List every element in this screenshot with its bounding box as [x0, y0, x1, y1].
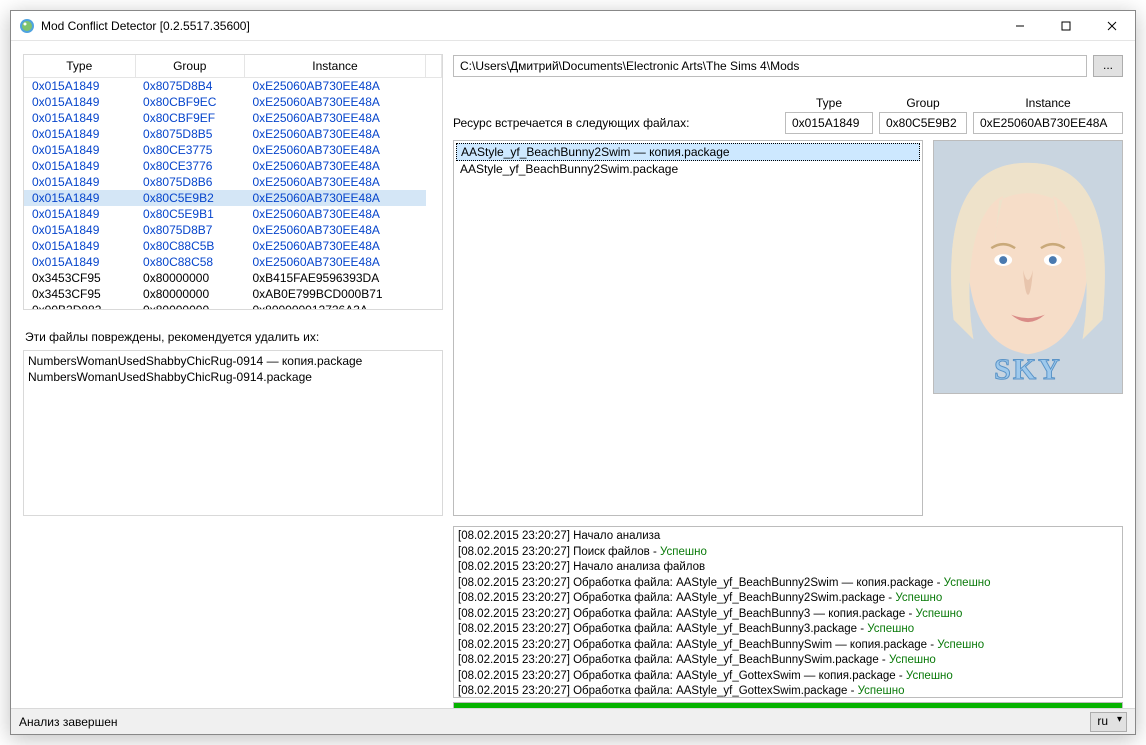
- list-item[interactable]: NumbersWomanUsedShabbyChicRug-0914.packa…: [28, 369, 438, 385]
- table-row[interactable]: 0x015A18490x80C88C5B0xE25060AB730EE48A: [24, 238, 442, 254]
- files-list[interactable]: AAStyle_yf_BeachBunny2Swim — копия.packa…: [453, 140, 923, 516]
- table-row[interactable]: 0x015A18490x8075D8B60xE25060AB730EE48A: [24, 174, 442, 190]
- preview-watermark: SKY: [934, 353, 1122, 387]
- log-line: [08.02.2015 23:20:27] Обработка файла: A…: [458, 638, 1118, 654]
- titlebar: Mod Conflict Detector [0.2.5517.35600]: [11, 11, 1135, 41]
- res-col-label: Instance: [1025, 96, 1070, 110]
- log-line: [08.02.2015 23:20:27] Начало анализа: [458, 529, 1118, 545]
- damaged-list[interactable]: NumbersWomanUsedShabbyChicRug-0914 — коп…: [23, 350, 443, 516]
- col-group[interactable]: Group: [135, 55, 244, 78]
- table-row[interactable]: 0x015A18490x80CBF9EC0xE25060AB730EE48A: [24, 94, 442, 110]
- table-row[interactable]: 0x00B2D8820x800000000x800000012726A3A: [24, 302, 442, 310]
- col-type[interactable]: Type: [24, 55, 135, 78]
- table-row[interactable]: 0x015A18490x80C88C580xE25060AB730EE48A: [24, 254, 442, 270]
- table-row[interactable]: 0x015A18490x8075D8B70xE25060AB730EE48A: [24, 222, 442, 238]
- col-scroll-spacer: [426, 55, 442, 78]
- log-line: [08.02.2015 23:20:27] Обработка файла: A…: [458, 684, 1118, 698]
- status-text: Анализ завершен: [19, 715, 1090, 729]
- log-line: [08.02.2015 23:20:27] Начало анализа фай…: [458, 560, 1118, 576]
- table-row[interactable]: 0x015A18490x80CE37750xE25060AB730EE48A: [24, 142, 442, 158]
- list-item[interactable]: AAStyle_yf_BeachBunny2Swim — копия.packa…: [456, 143, 920, 161]
- window-title: Mod Conflict Detector [0.2.5517.35600]: [41, 19, 997, 33]
- log-line: [08.02.2015 23:20:27] Обработка файла: A…: [458, 576, 1118, 592]
- language-select[interactable]: ru: [1090, 712, 1127, 732]
- res-col-label: Type: [816, 96, 842, 110]
- log-line: [08.02.2015 23:20:27] Обработка файла: A…: [458, 607, 1118, 623]
- app-icon: [19, 18, 35, 34]
- status-bar: Анализ завершен ru: [11, 708, 1135, 734]
- res-field-instance[interactable]: [973, 112, 1123, 134]
- log-line: [08.02.2015 23:20:27] Обработка файла: A…: [458, 669, 1118, 685]
- table-row[interactable]: 0x015A18490x8075D8B40xE25060AB730EE48A: [24, 78, 442, 95]
- log-line: [08.02.2015 23:20:27] Поиск файлов - Усп…: [458, 545, 1118, 561]
- table-row[interactable]: 0x3453CF950x800000000xAB0E799BCD000B71: [24, 286, 442, 302]
- table-row[interactable]: 0x3453CF950x800000000xB415FAE9596393DA: [24, 270, 442, 286]
- path-input[interactable]: [453, 55, 1087, 77]
- log-line: [08.02.2015 23:20:27] Обработка файла: A…: [458, 591, 1118, 607]
- log-output[interactable]: [08.02.2015 23:20:27] Начало анализа[08.…: [453, 526, 1123, 698]
- res-col-label: Group: [906, 96, 939, 110]
- table-row[interactable]: 0x015A18490x80CE37760xE25060AB730EE48A: [24, 158, 442, 174]
- maximize-button[interactable]: [1043, 11, 1089, 40]
- conflict-table[interactable]: Type Group Instance 0x015A18490x8075D8B4…: [23, 54, 443, 310]
- minimize-button[interactable]: [997, 11, 1043, 40]
- log-line: [08.02.2015 23:20:27] Обработка файла: A…: [458, 653, 1118, 669]
- resource-label: Ресурс встречается в следующих файлах:: [453, 116, 775, 134]
- table-row[interactable]: 0x015A18490x80C5E9B20xE25060AB730EE48A: [24, 190, 442, 206]
- list-item[interactable]: AAStyle_yf_BeachBunny2Swim.package: [456, 161, 920, 177]
- damaged-label: Эти файлы повреждены, рекомендуется удал…: [23, 326, 443, 350]
- browse-button[interactable]: ...: [1093, 55, 1123, 77]
- col-instance[interactable]: Instance: [244, 55, 425, 78]
- table-row[interactable]: 0x015A18490x80C5E9B10xE25060AB730EE48A: [24, 206, 442, 222]
- table-row[interactable]: 0x015A18490x8075D8B50xE25060AB730EE48A: [24, 126, 442, 142]
- preview-thumbnail: SKY: [933, 140, 1123, 394]
- log-line: [08.02.2015 23:20:27] Обработка файла: A…: [458, 622, 1118, 638]
- res-field-type[interactable]: [785, 112, 873, 134]
- res-field-group[interactable]: [879, 112, 967, 134]
- list-item[interactable]: NumbersWomanUsedShabbyChicRug-0914 — коп…: [28, 353, 438, 369]
- table-row[interactable]: 0x015A18490x80CBF9EF0xE25060AB730EE48A: [24, 110, 442, 126]
- close-button[interactable]: [1089, 11, 1135, 40]
